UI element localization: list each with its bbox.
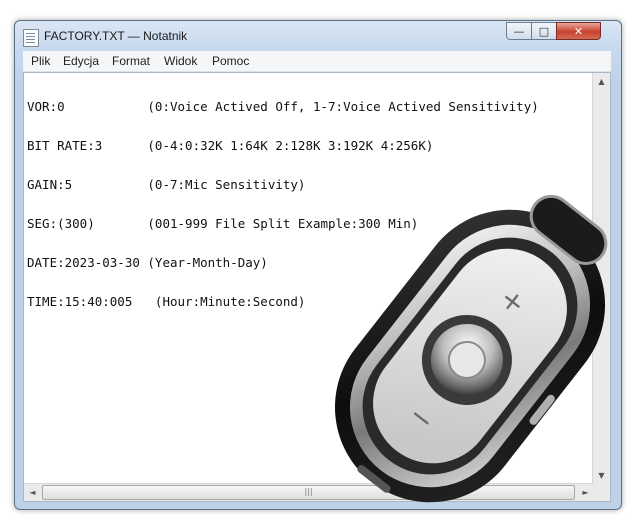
notepad-icon: [23, 29, 39, 47]
menu-help[interactable]: Pomoc: [212, 54, 249, 68]
menu-format[interactable]: Format: [112, 54, 150, 68]
minimize-button[interactable]: —: [506, 22, 532, 40]
window-title: FACTORY.TXT — Notatnik: [44, 29, 188, 43]
menu-edit[interactable]: Edycja: [63, 54, 99, 68]
maximize-button[interactable]: □: [531, 22, 557, 40]
text-line: BIT RATE:3 (0-4:0:32K 1:64K 2:128K 3:192…: [27, 138, 434, 153]
text-line: VOR:0 (0:Voice Actived Off, 1-7:Voice Ac…: [27, 99, 539, 114]
title-bar[interactable]: FACTORY.TXT — Notatnik — □ ✕: [15, 21, 621, 49]
close-button[interactable]: ✕: [556, 22, 601, 40]
scroll-left-icon[interactable]: ◄: [24, 488, 41, 497]
menu-file[interactable]: Plik: [31, 54, 50, 68]
scroll-up-icon[interactable]: ▲: [593, 77, 610, 86]
menu-bar: Plik Edycja Format Widok Pomoc: [23, 51, 611, 72]
voice-recorder-image: + −: [334, 194, 608, 503]
menu-view[interactable]: Widok: [164, 54, 197, 68]
